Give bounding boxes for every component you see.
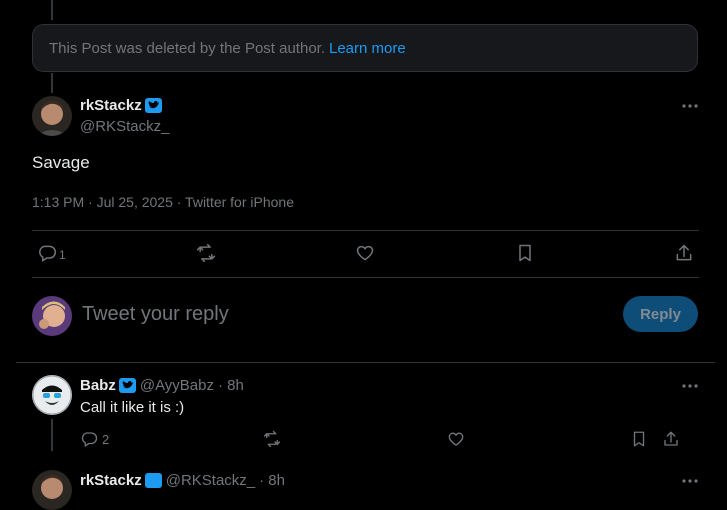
reply-count: 2	[102, 431, 110, 447]
thread-connector	[51, 0, 53, 20]
retweet-icon	[196, 243, 216, 263]
reply-action-button[interactable]: 2	[80, 430, 109, 448]
more-options-icon[interactable]	[681, 472, 699, 490]
reply-count: 1	[59, 248, 66, 262]
reply-text: Call it like it is :)	[80, 399, 185, 416]
author-name[interactable]: Babz	[80, 377, 116, 394]
heart-icon	[448, 432, 464, 446]
share-action-button[interactable]	[674, 243, 694, 263]
deleted-post-notice: This Post was deleted by the Post author…	[32, 24, 698, 72]
reply-action-button[interactable]: 1	[37, 243, 66, 263]
divider	[16, 362, 715, 363]
bookmark-action-button[interactable]	[630, 430, 648, 448]
more-options-icon[interactable]	[681, 97, 699, 115]
share-icon	[676, 244, 692, 261]
thread-connector	[51, 73, 53, 93]
author-handle[interactable]: @RKStackz_	[166, 472, 255, 489]
share-action-button[interactable]	[662, 430, 680, 448]
heart-icon	[356, 245, 374, 261]
post-text: Savage	[32, 153, 90, 172]
retweet-action-button[interactable]	[196, 243, 216, 263]
reply-time[interactable]: · 8h	[259, 472, 285, 489]
avatar[interactable]	[32, 470, 72, 510]
author-handle[interactable]: @AyyBabz	[140, 377, 214, 394]
bookmark-icon	[633, 431, 645, 447]
user-avatar[interactable]	[32, 296, 72, 336]
comment-icon	[81, 432, 98, 447]
reply-input[interactable]: Tweet your reply	[82, 303, 229, 326]
verified-badge-icon	[144, 97, 162, 114]
comment-icon	[39, 245, 57, 262]
bookmark-action-button[interactable]	[515, 243, 535, 263]
share-icon	[664, 431, 678, 446]
more-options-icon[interactable]	[681, 377, 699, 395]
author-name[interactable]: rkStackz	[80, 472, 142, 489]
like-action-button[interactable]	[355, 243, 375, 263]
reply-time[interactable]: · 8h	[218, 377, 244, 394]
bookmark-icon	[519, 244, 531, 262]
retweet-icon	[263, 430, 281, 448]
post-timestamp[interactable]: 1:13 PM · Jul 25, 2025 · Twitter for iPh…	[32, 194, 294, 210]
avatar[interactable]	[32, 375, 72, 415]
thread-connector	[51, 419, 53, 451]
avatar[interactable]	[32, 96, 72, 136]
like-action-button[interactable]	[447, 430, 465, 448]
author-name[interactable]: rkStackz	[80, 97, 142, 114]
learn-more-link[interactable]: Learn more	[329, 40, 406, 57]
verified-badge-icon	[118, 377, 136, 394]
author-handle[interactable]: @RKStackz_	[80, 118, 169, 135]
verified-badge-icon	[144, 472, 162, 489]
deleted-notice-text: This Post was deleted by the Post author…	[49, 39, 325, 57]
reply-submit-button[interactable]: Reply	[623, 296, 698, 332]
divider	[32, 230, 699, 231]
divider	[32, 277, 699, 278]
retweet-action-button[interactable]	[263, 430, 281, 448]
